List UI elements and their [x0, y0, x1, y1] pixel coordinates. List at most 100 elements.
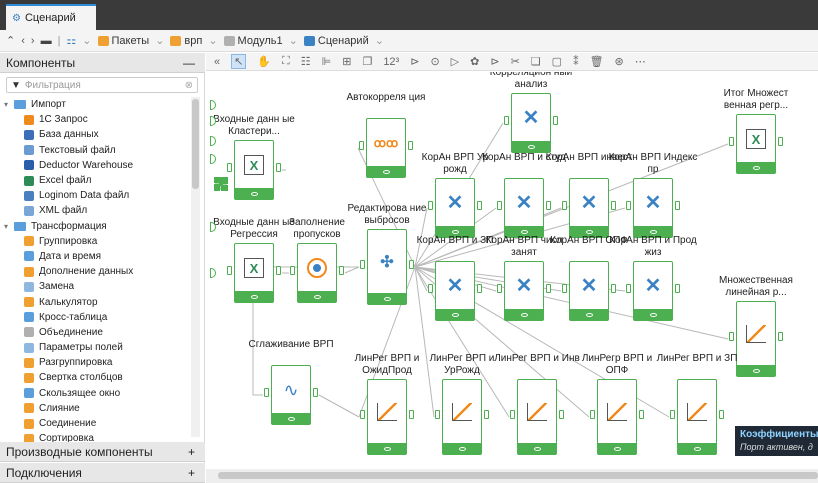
output-port[interactable]: [639, 410, 644, 419]
workflow-canvas[interactable]: X Входные данн ые Кластери... ꝏꝏ Автокоррел…: [206, 72, 818, 469]
clear-icon[interactable]: ⊗: [185, 80, 193, 91]
scroll-thumb[interactable]: [192, 99, 199, 189]
input-port[interactable]: [435, 410, 440, 419]
tree-item[interactable]: Свертка столбцов: [0, 370, 190, 385]
input-port[interactable]: [264, 388, 269, 397]
output-port[interactable]: [778, 332, 783, 341]
expand-icon[interactable]: ▾: [4, 222, 12, 231]
output-port[interactable]: [559, 410, 564, 419]
link-icon[interactable]: ⊛: [615, 55, 624, 68]
breadcrumb-scenario[interactable]: Сценарий: [303, 35, 369, 47]
node-total-multiple[interactable]: X: [729, 114, 783, 174]
tree-item[interactable]: Параметры полей: [0, 340, 190, 355]
connections-header[interactable]: Подключения +: [0, 463, 205, 483]
align-icon[interactable]: ⊫: [322, 55, 332, 68]
input-port[interactable]: [360, 410, 365, 419]
node-linreg-ur[interactable]: [435, 379, 489, 455]
tree-folder[interactable]: ▾ Трансформация: [0, 219, 190, 234]
tree-item[interactable]: Loginom Data файл: [0, 188, 190, 203]
tree-item[interactable]: Калькулятор: [0, 294, 190, 309]
tree-item[interactable]: 1С Запрос: [0, 112, 190, 127]
output-port[interactable]: [313, 388, 318, 397]
columns-icon[interactable]: ⁑: [573, 55, 579, 68]
connections-add-button[interactable]: +: [188, 466, 195, 480]
input-port[interactable]: [497, 284, 502, 293]
input-port[interactable]: [227, 163, 232, 172]
output-port[interactable]: [675, 201, 680, 210]
node-korAn-stud[interactable]: ✕: [497, 178, 551, 238]
delete-icon[interactable]: 🗑: [590, 55, 604, 68]
more-icon[interactable]: ⋯: [635, 55, 646, 68]
tree-item[interactable]: Дополнение данных: [0, 264, 190, 279]
output-port[interactable]: [546, 201, 551, 210]
fit-icon[interactable]: ⛶: [282, 55, 290, 68]
input-port[interactable]: [227, 266, 232, 275]
input-port[interactable]: [729, 332, 734, 341]
settings-icon[interactable]: ✿: [470, 55, 479, 68]
tree-item[interactable]: Группировка: [0, 234, 190, 249]
tree-item[interactable]: Замена: [0, 279, 190, 294]
canvas-hscroll[interactable]: [206, 469, 818, 483]
node-outliers[interactable]: ✣: [360, 229, 414, 305]
copy-icon[interactable]: ❏: [531, 55, 541, 68]
input-port[interactable]: [359, 141, 364, 150]
grid-icon[interactable]: ☷: [301, 55, 311, 68]
input-port[interactable]: [626, 201, 631, 210]
node-smoothing[interactable]: ∿: [264, 365, 318, 425]
input-port[interactable]: [428, 284, 433, 293]
hscroll-thumb[interactable]: [218, 472, 818, 479]
tree-scrollbar[interactable]: [191, 97, 200, 437]
expand-icon[interactable]: ▾: [4, 100, 12, 109]
run-icon[interactable]: ▷: [451, 55, 459, 68]
output-port[interactable]: [546, 284, 551, 293]
input-port[interactable]: [562, 284, 567, 293]
record-icon[interactable]: ⊙: [430, 55, 439, 68]
node-korAn-index[interactable]: ✕: [626, 178, 680, 238]
derived-add-button[interactable]: +: [188, 445, 195, 459]
node-corr-analysis[interactable]: ✕: [504, 93, 558, 153]
paste-icon[interactable]: ▢: [552, 55, 562, 68]
step-icon[interactable]: ⊳: [410, 55, 419, 68]
input-port[interactable]: [562, 201, 567, 210]
filter-input[interactable]: ▼ Фильтрация ⊗: [6, 77, 198, 93]
output-port[interactable]: [477, 284, 482, 293]
cut-icon[interactable]: ✂: [511, 55, 520, 68]
tree-item[interactable]: Excel файл: [0, 173, 190, 188]
output-port[interactable]: [611, 284, 616, 293]
output-port[interactable]: [409, 410, 414, 419]
output-port[interactable]: [553, 116, 558, 125]
input-port[interactable]: [626, 284, 631, 293]
node-korAn-ur-rozhd[interactable]: ✕: [428, 178, 482, 238]
components-header[interactable]: Компоненты —: [0, 53, 205, 73]
save-icon[interactable]: ▬: [41, 35, 52, 47]
node-linreg-ozhid[interactable]: [360, 379, 414, 455]
back-icon[interactable]: ‹: [21, 35, 25, 47]
output-port[interactable]: [719, 410, 724, 419]
tree-item[interactable]: Deductor Warehouse: [0, 158, 190, 173]
chevron-up-icon[interactable]: ⌃: [6, 34, 15, 47]
tree-item[interactable]: Скользящее окно: [0, 386, 190, 401]
tree-item[interactable]: Разгруппировка: [0, 355, 190, 370]
tree-folder[interactable]: ▾ Импорт: [0, 97, 190, 112]
node-korAn-zp[interactable]: ✕: [428, 261, 482, 321]
tree-item[interactable]: Дата и время: [0, 249, 190, 264]
input-port[interactable]: [504, 116, 509, 125]
node-linreg-opf[interactable]: [590, 379, 644, 455]
output-port[interactable]: [675, 284, 680, 293]
output-port[interactable]: [408, 141, 413, 150]
node-korAn-invest[interactable]: ✕: [562, 178, 616, 238]
cursor-icon[interactable]: ⊳: [490, 55, 499, 68]
node-input-regress[interactable]: X: [227, 243, 281, 303]
node-input-cluster[interactable]: X: [227, 140, 281, 200]
tree-item[interactable]: XML файл: [0, 203, 190, 218]
input-port[interactable]: [497, 201, 502, 210]
node-multiple-linear[interactable]: [729, 301, 783, 377]
input-port[interactable]: [729, 137, 734, 146]
input-port[interactable]: [360, 260, 365, 269]
node-linreg-zp[interactable]: [670, 379, 724, 455]
node-korAn-opf[interactable]: ✕: [562, 261, 616, 321]
input-port[interactable]: [290, 266, 295, 275]
hand-icon[interactable]: ✋: [257, 55, 271, 68]
node-fill-gaps[interactable]: [290, 243, 344, 303]
tab-scenario[interactable]: ⚙ Сценарий: [6, 4, 96, 30]
